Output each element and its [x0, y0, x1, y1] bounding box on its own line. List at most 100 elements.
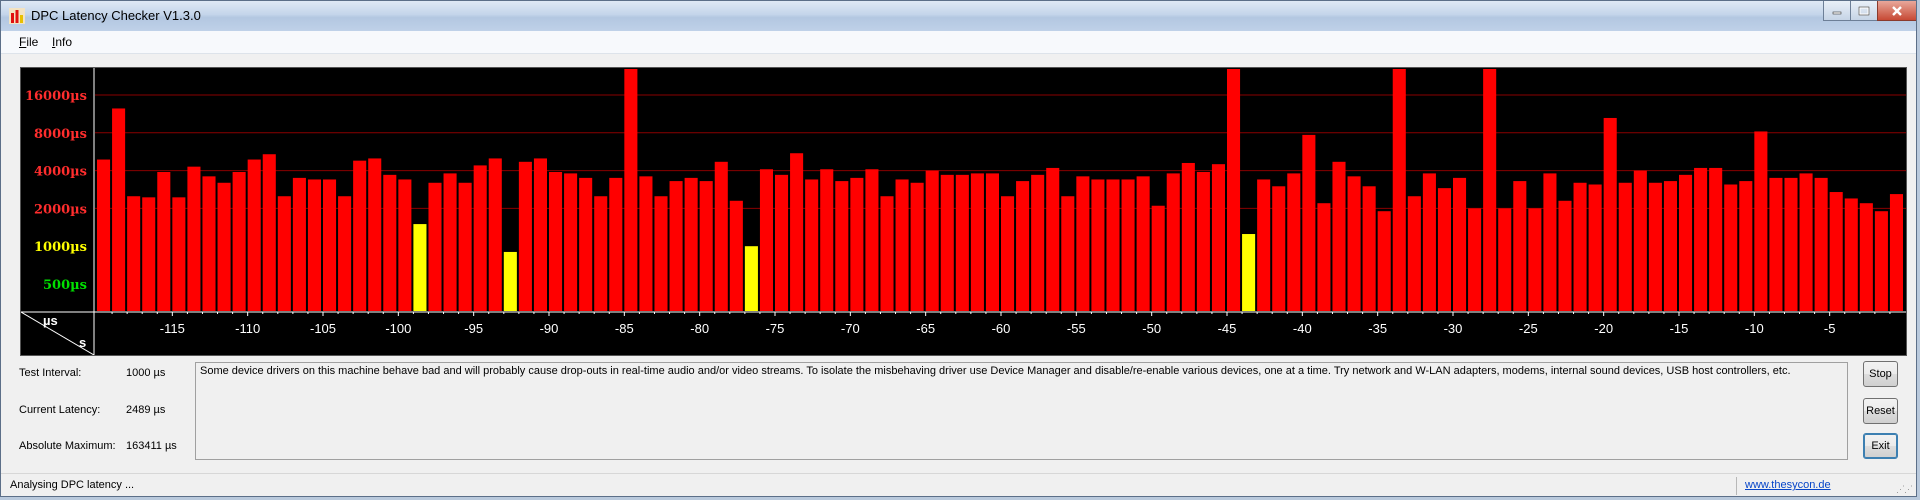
latency-bar: [172, 197, 186, 311]
latency-bar: [1663, 181, 1677, 311]
latency-bar: [1573, 182, 1587, 311]
latency-bar: [1227, 69, 1241, 311]
current-latency-label: Current Latency:: [19, 404, 101, 416]
latency-bar: [1468, 208, 1482, 311]
latency-bar: [985, 173, 999, 311]
latency-bar: [940, 174, 954, 311]
latency-bar: [533, 158, 547, 311]
y-tick-label: 2000µs: [34, 202, 87, 217]
latency-bar: [669, 181, 683, 311]
latency-bar: [820, 169, 834, 311]
message-box: Some device drivers on this machine beha…: [195, 362, 1848, 460]
latency-bar: [458, 182, 472, 311]
latency-bar: [398, 179, 412, 311]
latency-bar: [473, 165, 487, 311]
latency-bar: [865, 169, 879, 311]
latency-bar: [579, 177, 593, 311]
latency-bar: [1603, 117, 1617, 311]
x-tick-label: -95: [464, 321, 483, 336]
latency-bar: [1618, 182, 1632, 311]
latency-bar: [443, 173, 457, 311]
exit-button[interactable]: Exit: [1863, 433, 1898, 459]
app-window: DPC Latency Checker V1.3.0 File Info 160…: [0, 0, 1917, 497]
latency-bar: [1453, 177, 1467, 311]
y-tick-label: 1000µs: [34, 240, 87, 255]
latency-bar: [1272, 186, 1286, 311]
size-grip-icon[interactable]: ⋰⋰: [1896, 484, 1913, 495]
latency-bar: [142, 197, 156, 311]
minimize-button[interactable]: [1823, 1, 1851, 21]
latency-bar: [1001, 196, 1015, 311]
menu-file[interactable]: File: [19, 35, 38, 49]
latency-bar: [594, 196, 608, 311]
x-tick-label: -115: [160, 321, 185, 336]
latency-bar: [1106, 179, 1120, 311]
latency-bar: [714, 161, 728, 311]
x-tick-label: -65: [916, 321, 935, 336]
latency-bar: [564, 173, 578, 311]
latency-bar: [835, 181, 849, 311]
latency-bar: [624, 69, 638, 311]
latency-bar: [639, 176, 653, 311]
latency-bar: [1437, 188, 1451, 311]
latency-bar: [503, 251, 517, 311]
latency-bar: [353, 160, 367, 311]
latency-bar: [775, 174, 789, 311]
latency-chart-svg: 16000µs 8000µs 4000µs 2000µs 1000µs 500µs -115…: [21, 68, 1906, 355]
latency-bar: [699, 181, 713, 311]
stop-button[interactable]: Stop: [1863, 361, 1898, 387]
latency-bar: [1332, 161, 1346, 311]
latency-bar: [895, 179, 909, 311]
latency-bar: [1754, 131, 1768, 311]
x-tick-label: -10: [1745, 321, 1764, 336]
x-tick-label: -25: [1519, 321, 1538, 336]
y-unit-label: µs: [43, 313, 58, 328]
latency-bar: [1874, 211, 1888, 311]
x-tick-label: -75: [766, 321, 785, 336]
latency-bar: [232, 171, 246, 311]
y-tick-label: 500µs: [43, 278, 87, 293]
latency-bar: [1889, 194, 1903, 311]
latency-bar: [262, 154, 276, 311]
latency-bar: [1407, 196, 1421, 311]
latency-bar: [1196, 171, 1210, 311]
latency-bar: [1543, 173, 1557, 311]
latency-bar: [202, 176, 216, 311]
status-separator: [1736, 477, 1737, 495]
absolute-maximum-label: Absolute Maximum:: [19, 440, 116, 452]
latency-bar: [1694, 167, 1708, 311]
latency-bar: [850, 177, 864, 311]
latency-bar: [1829, 192, 1843, 311]
latency-bar: [955, 174, 969, 311]
latency-bar: [1739, 181, 1753, 311]
x-tick-label: -70: [841, 321, 860, 336]
latency-bar: [1679, 174, 1693, 311]
latency-bar: [1211, 164, 1225, 311]
x-tick-label: -110: [235, 321, 260, 336]
latency-bar: [1031, 174, 1045, 311]
reset-button[interactable]: Reset: [1863, 398, 1898, 424]
menu-bar: File Info: [1, 31, 1916, 54]
title-bar[interactable]: DPC Latency Checker V1.3.0: [1, 1, 1916, 31]
website-link[interactable]: www.thesycon.de: [1745, 479, 1831, 491]
current-latency-value: 2489 µs: [126, 404, 166, 416]
latency-bar: [1724, 184, 1738, 311]
latency-bar: [790, 153, 804, 311]
latency-bar: [277, 196, 291, 311]
status-bar: Analysing DPC latency ... www.thesycon.d…: [1, 473, 1916, 496]
latency-bar: [1422, 173, 1436, 311]
latency-bar: [1362, 186, 1376, 311]
latency-bar: [1648, 182, 1662, 311]
latency-bar: [1181, 162, 1195, 311]
y-tick-label: 16000µs: [25, 89, 87, 104]
x-tick-label: -60: [992, 321, 1011, 336]
latency-bar: [925, 170, 939, 311]
maximize-button[interactable]: [1850, 1, 1878, 21]
latency-bar: [744, 246, 758, 311]
latency-bar: [684, 177, 698, 311]
latency-bar: [1091, 179, 1105, 311]
menu-info[interactable]: Info: [52, 35, 72, 49]
close-button[interactable]: [1877, 1, 1916, 21]
x-tick-label: -15: [1670, 321, 1689, 336]
latency-bar: [1121, 179, 1135, 311]
